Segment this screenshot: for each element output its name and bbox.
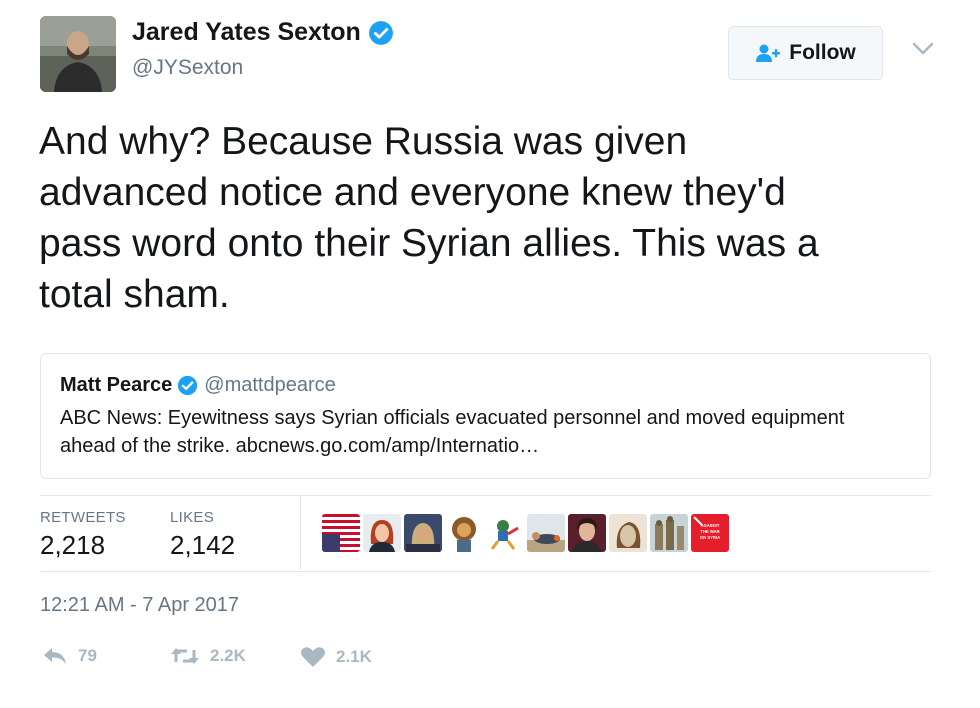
verified-badge-icon xyxy=(178,375,198,396)
retweet-icon xyxy=(171,648,199,664)
quoted-author-handle: @mattdpearce xyxy=(204,374,336,396)
red-banner-text-line: THE WAR xyxy=(700,529,719,534)
verified-badge-icon xyxy=(368,20,393,45)
tweet-text: And why? Because Russia was given advanc… xyxy=(39,120,819,316)
likes-count[interactable]: 2,142 xyxy=(170,530,235,561)
retweet-button[interactable]: 2.2K xyxy=(170,646,246,666)
reply-button[interactable]: 79 xyxy=(42,646,97,666)
author-name[interactable]: Jared Yates Sexton xyxy=(132,18,394,47)
likes-label[interactable]: LIKES xyxy=(170,509,214,526)
retweet-count: 2.2K xyxy=(210,646,246,665)
reclining-figure-avatar-icon[interactable] xyxy=(527,514,565,552)
stats-top-divider xyxy=(40,495,931,496)
quoted-tweet-header: Matt Pearce @mattdpearce xyxy=(60,374,336,397)
reply-count: 79 xyxy=(78,646,97,665)
quoted-tweet-text: ABC News: Eyewitness says Syrian officia… xyxy=(60,407,845,457)
stats-separator xyxy=(300,496,301,570)
author-handle[interactable]: @JYSexton xyxy=(132,56,243,80)
author-name-text[interactable]: Jared Yates Sexton xyxy=(132,18,361,47)
woman-red-hair-avatar-icon[interactable] xyxy=(363,514,401,552)
horse-avatar-icon[interactable] xyxy=(609,514,647,552)
red-banner-text-line: ON SYRIA xyxy=(700,535,720,540)
red-banner-text: AGAINST THE WAR ON SYRIA xyxy=(700,523,720,540)
red-banner-avatar-icon[interactable]: AGAINST THE WAR ON SYRIA xyxy=(691,514,729,552)
quoted-tweet-card[interactable]: Matt Pearce @mattdpearce ABC News: Eyewi… xyxy=(40,353,931,479)
red-banner-text-line: AGAINST xyxy=(701,523,720,528)
tweet-timestamp[interactable]: 12:21 AM - 7 Apr 2017 xyxy=(40,594,239,617)
retweets-count[interactable]: 2,218 xyxy=(40,530,105,561)
avatar-photo-icon[interactable] xyxy=(40,16,116,92)
like-button[interactable]: 2.1K xyxy=(300,646,372,668)
quoted-author-name: Matt Pearce xyxy=(60,374,173,396)
portrait-avatar-icon[interactable] xyxy=(568,514,606,552)
like-count: 2.1K xyxy=(336,647,372,666)
statues-avatar-icon[interactable] xyxy=(650,514,688,552)
follow-button[interactable]: Follow xyxy=(728,26,883,80)
upside-down-flag-icon[interactable] xyxy=(322,514,360,552)
follow-person-plus-icon xyxy=(756,44,781,62)
retweets-label[interactable]: RETWEETS xyxy=(40,509,126,526)
heart-icon xyxy=(301,647,325,667)
follow-button-label: Follow xyxy=(789,41,856,64)
stats-bottom-divider xyxy=(40,571,931,572)
person-with-headscarf-avatar-icon[interactable] xyxy=(404,514,442,552)
chevron-down-icon[interactable] xyxy=(912,42,934,56)
lion-avatar-icon[interactable] xyxy=(445,514,483,552)
reply-icon xyxy=(44,648,66,664)
cartoon-character-avatar-icon[interactable] xyxy=(486,514,524,552)
